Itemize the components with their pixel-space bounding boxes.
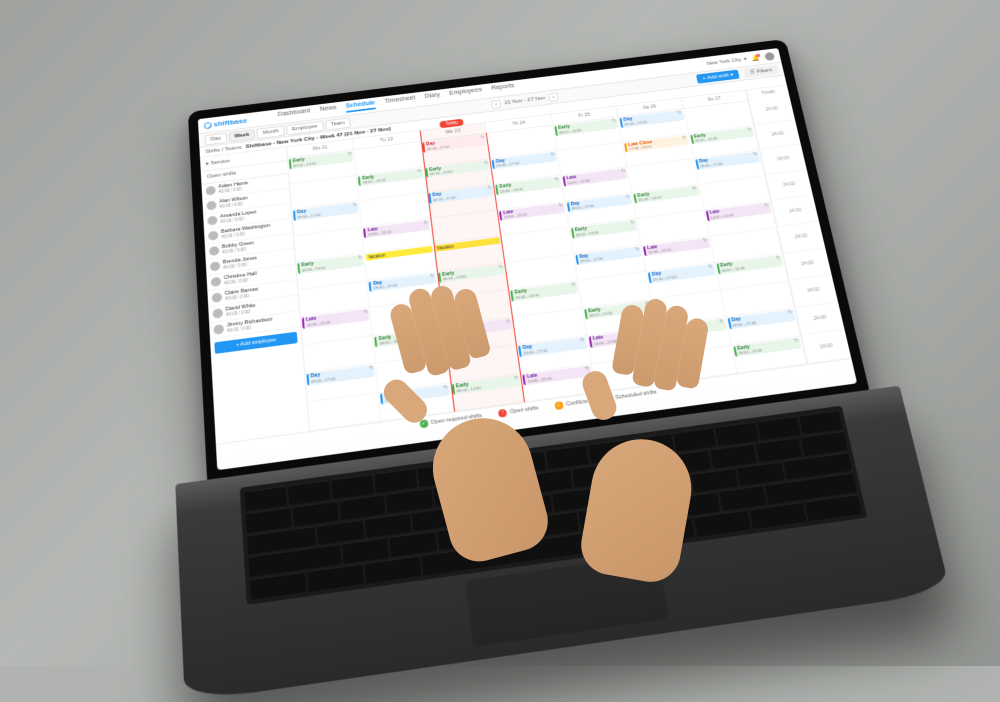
repeat-icon: ↻ — [788, 310, 793, 316]
repeat-icon: ↻ — [550, 152, 555, 157]
avatar — [206, 201, 216, 211]
nav-timesheet[interactable]: Timesheet — [384, 95, 416, 108]
date-range-label[interactable]: 21 Nov - 27 Nov — [504, 95, 546, 105]
notification-badge: 2 — [756, 53, 760, 57]
today-pill: Today — [439, 119, 464, 129]
repeat-icon: ↻ — [559, 203, 564, 208]
repeat-icon: ↻ — [353, 203, 358, 208]
repeat-icon: ↻ — [635, 247, 640, 252]
avatar — [211, 277, 222, 287]
repeat-icon: ↻ — [417, 169, 422, 174]
nav-reports[interactable]: Reports — [491, 83, 515, 95]
view-month[interactable]: Month — [257, 125, 285, 138]
location-selector[interactable]: New York City ▾ — [706, 56, 747, 67]
prev-week-button[interactable]: ‹ — [491, 99, 502, 108]
repeat-icon: ↻ — [488, 186, 493, 191]
repeat-icon: ↻ — [703, 238, 708, 243]
avatar — [209, 246, 219, 256]
nav-schedule[interactable]: Schedule — [345, 100, 375, 113]
avatar — [213, 324, 224, 335]
repeat-icon: ↻ — [358, 256, 363, 262]
avatar — [212, 308, 223, 319]
logo-icon — [204, 121, 212, 129]
chevron-down-icon: ▾ — [730, 72, 734, 78]
repeat-icon: ↻ — [621, 169, 626, 174]
repeat-icon: ↻ — [424, 221, 429, 226]
totals-cell: 24:00 — [802, 330, 851, 364]
repeat-icon: ↻ — [747, 128, 752, 133]
view-team[interactable]: Team — [325, 117, 351, 130]
repeat-icon: ↻ — [677, 111, 682, 116]
avatar — [208, 231, 218, 241]
repeat-icon: ↻ — [484, 161, 489, 166]
avatar — [212, 292, 223, 303]
repeat-icon: ↻ — [764, 204, 769, 209]
notifications-button[interactable]: 🔔2 — [751, 54, 760, 61]
user-avatar[interactable] — [764, 52, 775, 61]
repeat-icon: ↻ — [480, 136, 485, 141]
nav-diary[interactable]: Diary — [424, 92, 441, 103]
repeat-icon: ↻ — [348, 152, 353, 157]
brand-logo[interactable]: shiftbase — [204, 117, 248, 130]
nav-news[interactable]: News — [319, 105, 336, 116]
repeat-icon: ↻ — [708, 265, 713, 271]
repeat-icon: ↻ — [753, 153, 758, 158]
repeat-icon: ↻ — [430, 274, 435, 280]
nav-dashboard[interactable]: Dashboard — [277, 108, 310, 121]
view-week[interactable]: Week — [228, 129, 255, 142]
repeat-icon: ↻ — [571, 283, 576, 289]
avatar — [207, 215, 217, 225]
repeat-icon: ↻ — [776, 256, 781, 262]
repeat-icon: ↻ — [692, 186, 697, 191]
repeat-icon: ↻ — [794, 338, 799, 344]
repeat-icon: ↻ — [554, 178, 559, 183]
avatar — [210, 261, 221, 271]
repeat-icon: ↻ — [630, 221, 635, 226]
avatar — [206, 186, 216, 196]
next-week-button[interactable]: › — [548, 92, 559, 101]
repeat-icon: ↻ — [626, 195, 631, 200]
chevron-down-icon: ▾ — [743, 56, 747, 62]
repeat-icon: ↻ — [682, 136, 687, 141]
view-day[interactable]: Day — [205, 132, 227, 145]
nav-employees[interactable]: Employees — [449, 87, 483, 100]
repeat-icon: ↻ — [612, 119, 617, 124]
filter-icon: ☰ — [749, 69, 755, 75]
brand-name: shiftbase — [213, 117, 247, 129]
